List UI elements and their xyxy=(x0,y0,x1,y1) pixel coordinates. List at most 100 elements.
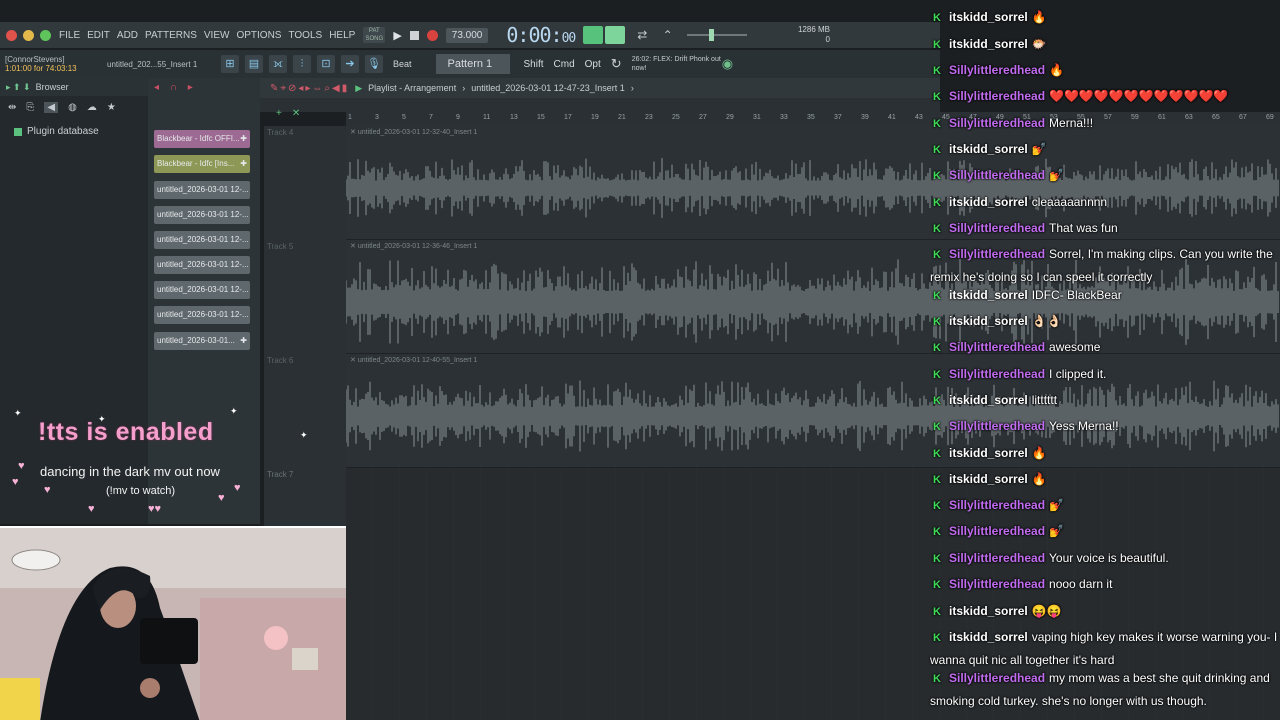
channel-clip[interactable]: untitled_2026-03-01 12-... xyxy=(154,281,250,299)
track-label[interactable]: Track 7 xyxy=(267,470,293,479)
webcam-feed xyxy=(0,526,346,720)
chat-badge-icon: K xyxy=(933,579,941,591)
playlist-menu-icon[interactable]: ▶ xyxy=(355,83,362,94)
cloud-icon[interactable]: ☁ xyxy=(87,102,97,113)
track-label[interactable]: Track 4 xyxy=(267,128,293,137)
playlist-icon[interactable]: ⊞ xyxy=(221,55,239,73)
microphone-icon[interactable]: 🎙 xyxy=(365,55,383,73)
chat-username[interactable]: Sillylittleredhead xyxy=(949,524,1045,538)
metronome-cell[interactable] xyxy=(583,26,604,44)
chat-username[interactable]: itskidd_sorrel xyxy=(949,37,1028,51)
menu-tools[interactable]: TOOLS xyxy=(288,30,322,41)
menu-add[interactable]: ADD xyxy=(117,30,138,41)
menu-view[interactable]: VIEW xyxy=(204,30,230,41)
menu-options[interactable]: OPTIONS xyxy=(236,30,281,41)
channel-clip[interactable]: Blackbear - Idfc OFFI... ✚ xyxy=(154,130,250,148)
chat-username[interactable]: Sillylittleredhead xyxy=(949,498,1045,512)
track-label[interactable]: Track 5 xyxy=(267,242,293,251)
browser-nav-icon[interactable]: ▸ ⬆ ⬇ xyxy=(6,82,31,93)
move-icon[interactable]: ✚ xyxy=(240,155,247,173)
chat-username[interactable]: Sillylittleredhead xyxy=(949,419,1045,433)
shift-key-button[interactable]: Shift xyxy=(524,59,544,70)
metronome-cell[interactable] xyxy=(605,26,626,44)
heart-icon: ♥ xyxy=(44,484,51,496)
chat-username[interactable]: Sillylittleredhead xyxy=(949,221,1045,235)
cmd-key-button[interactable]: Cmd xyxy=(554,59,575,70)
arrow-right-icon[interactable]: ➔ xyxy=(341,55,359,73)
record-icon[interactable] xyxy=(426,29,438,41)
minimize-window-button[interactable] xyxy=(23,29,34,41)
chat-username[interactable]: itskidd_sorrel xyxy=(949,10,1028,24)
chat-username[interactable]: Sillylittleredhead xyxy=(949,671,1045,685)
chat-username[interactable]: itskidd_sorrel xyxy=(949,195,1028,209)
move-icon[interactable]: ✚ xyxy=(240,332,247,350)
stop-icon[interactable] xyxy=(409,30,419,40)
chat-username[interactable]: itskidd_sorrel xyxy=(949,472,1028,486)
opt-key-button[interactable]: Opt xyxy=(585,59,601,70)
chat-message: Kitskidd_sorrel vaping high key makes it … xyxy=(930,626,1280,671)
chat-username[interactable]: itskidd_sorrel xyxy=(949,314,1028,328)
chat-badge-icon: K xyxy=(933,500,941,512)
chat-username[interactable]: Sillylittleredhead xyxy=(949,89,1045,103)
chat-username[interactable]: Sillylittleredhead xyxy=(949,168,1045,182)
chat-message: Kitskidd_sorrel 🔥 xyxy=(930,6,1280,29)
chat-username[interactable]: itskidd_sorrel xyxy=(949,142,1028,156)
channel-clip[interactable]: Blackbear - Idfc [Ins... ✚ xyxy=(154,155,250,173)
chat-username[interactable]: Sillylittleredhead xyxy=(949,340,1045,354)
tempo-display[interactable]: 73.000 xyxy=(445,27,489,43)
chat-username[interactable]: itskidd_sorrel xyxy=(949,446,1028,460)
window-shortcut-icons: ⊞ ▤ ⟗ ⫶ ⊡ ➔ 🎙 xyxy=(221,55,383,73)
track-label[interactable]: Track 6 xyxy=(267,356,293,365)
piano-roll-icon[interactable]: ▤ xyxy=(245,55,263,73)
copy-icon[interactable]: ⎘ xyxy=(26,102,34,113)
chat-username[interactable]: Sillylittleredhead xyxy=(949,577,1045,591)
collapse-icon[interactable]: ⇹ xyxy=(8,102,16,113)
track-header-controls[interactable]: +✕ xyxy=(276,108,310,119)
chat-username[interactable]: Sillylittleredhead xyxy=(949,551,1045,565)
channel-clip[interactable]: untitled_2026-03-01 12-... xyxy=(154,231,250,249)
playlist-tool-icons[interactable]: ✎⌖⊘◂▸⇔⌕◀▮ xyxy=(270,83,349,94)
playlist-scroll-strip[interactable] xyxy=(260,98,940,112)
channel-clip[interactable]: untitled_2026-03-01 12-... xyxy=(154,306,250,324)
speaker-icon[interactable]: ◀ xyxy=(44,101,59,113)
menu-edit[interactable]: EDIT xyxy=(87,30,110,41)
channel-clip[interactable]: untitled_2026-03-01 12-... xyxy=(154,256,250,274)
zoom-window-button[interactable] xyxy=(40,29,51,41)
chat-username[interactable]: Sillylittleredhead xyxy=(949,247,1045,261)
star-icon[interactable]: ★ xyxy=(107,102,116,113)
online-icon[interactable]: ◉ xyxy=(722,56,733,72)
menu-help[interactable]: HELP xyxy=(329,30,355,41)
channel-rack-icon[interactable]: ⟗ xyxy=(269,55,287,73)
chat-username[interactable]: itskidd_sorrel xyxy=(949,630,1028,644)
chat-username[interactable]: itskidd_sorrel xyxy=(949,604,1028,618)
menu-file[interactable]: FILE xyxy=(59,30,80,41)
chat-username[interactable]: Sillylittleredhead xyxy=(949,367,1045,381)
refresh-icon[interactable]: ↻ xyxy=(611,56,622,72)
plugin-picker-icon[interactable]: ⊡ xyxy=(317,55,335,73)
master-volume-slider[interactable] xyxy=(686,29,747,41)
browser-header: ▸ ⬆ ⬇ Browser xyxy=(0,78,148,96)
browser-item-plugin-database[interactable]: Plugin database xyxy=(0,126,148,137)
news-ticker[interactable]: 26:02: FLEX: Drift Phonk out now! xyxy=(632,55,722,73)
ruler-tick-label: 17 xyxy=(564,114,572,121)
channel-clip[interactable]: untitled_2026-03-01 12-... xyxy=(154,181,250,199)
play-icon[interactable]: ▶ xyxy=(393,29,401,42)
ruler-tick-label: 5 xyxy=(402,114,406,121)
mixer-icon[interactable]: ⫶ xyxy=(293,55,311,73)
pattern-selector[interactable]: Pattern 1 xyxy=(435,54,510,74)
chat-username[interactable]: Sillylittleredhead xyxy=(949,63,1045,77)
chat-username[interactable]: itskidd_sorrel xyxy=(949,288,1028,302)
globe-icon[interactable]: ◍ xyxy=(68,102,77,113)
chat-message: Kitskidd_sorrel 🔥 xyxy=(930,468,1280,491)
channel-clip[interactable]: untitled_2026-03-01 12-... xyxy=(154,206,250,224)
chat-username[interactable]: itskidd_sorrel xyxy=(949,393,1028,407)
menu-patterns[interactable]: PATTERNS xyxy=(145,30,197,41)
move-icon[interactable]: ✚ xyxy=(240,130,247,148)
chat-username[interactable]: Sillylittleredhead xyxy=(949,116,1045,130)
pattern-song-toggle[interactable]: PAT SONG xyxy=(363,27,386,43)
close-window-button[interactable] xyxy=(6,29,17,41)
toolbar-misc-icons[interactable]: ⇄ ⌃ xyxy=(637,28,678,42)
chat-message: Kitskidd_sorrel 🔥 xyxy=(930,442,1280,465)
snap-selector[interactable]: Beat xyxy=(393,59,412,69)
channel-clip[interactable]: untitled_2026-03-01... ✚ xyxy=(154,332,250,350)
